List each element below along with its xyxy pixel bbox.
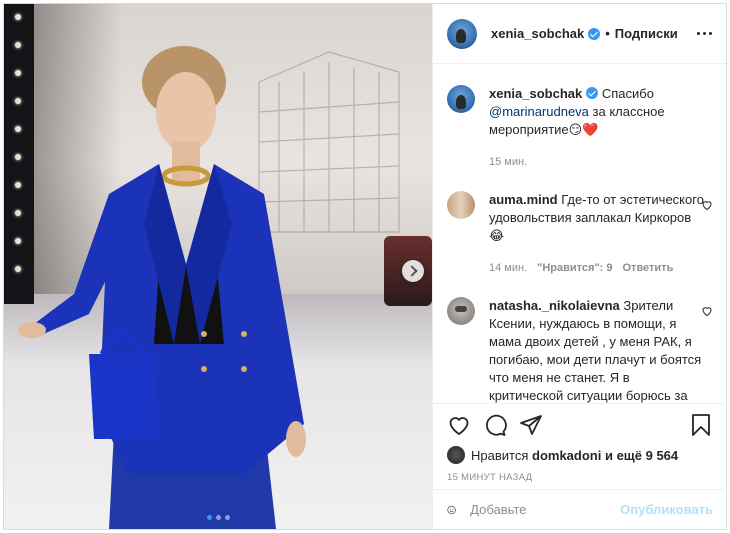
post-header: xenia_sobchak • Подписки: [433, 4, 726, 64]
post-side-panel: xenia_sobchak • Подписки xenia_sobchak С…: [432, 4, 727, 529]
author-avatar[interactable]: [447, 18, 477, 49]
emoji-smiley-icon[interactable]: [447, 499, 456, 521]
commenter-avatar[interactable]: [447, 297, 475, 325]
header-separator: •: [605, 26, 610, 41]
likes-count[interactable]: и ещё 9 564: [605, 448, 678, 463]
more-options-icon[interactable]: [697, 32, 712, 35]
post-actions: Нравится domkadoni и ещё 9 564 15 МИНУТ …: [433, 403, 727, 483]
comment-like-heart-icon[interactable]: [701, 305, 713, 317]
reply-button[interactable]: Ответить: [623, 259, 674, 277]
comment-likes[interactable]: "Нравится": 9: [537, 259, 612, 277]
carousel-dot: [225, 515, 230, 520]
photo-person: [18, 46, 306, 529]
comment-like-heart-icon[interactable]: [701, 199, 713, 211]
post-photo[interactable]: [4, 4, 432, 529]
caption-username[interactable]: xenia_sobchak: [489, 86, 582, 101]
comment-text: Зрители Ксении, нуждаюсь в помощи, я мам…: [489, 298, 702, 403]
bookmark-save-icon[interactable]: [689, 413, 713, 437]
author-username[interactable]: xenia_sobchak: [491, 26, 584, 41]
comment-time: 14 мин.: [489, 262, 528, 274]
post-timestamp[interactable]: 15 МИНУТ НАЗАД: [447, 472, 713, 483]
caption-mention[interactable]: @marinarudneva: [489, 104, 589, 119]
add-comment-bar: Опубликовать: [433, 489, 727, 529]
comment-input[interactable]: [470, 502, 621, 517]
verified-badge-icon: [586, 87, 599, 99]
liker-avatar[interactable]: [447, 446, 465, 464]
following-button[interactable]: Подписки: [615, 26, 678, 41]
comment-item: natasha._nikolaievna Зрители Ксении, нуж…: [447, 297, 713, 403]
commenter-avatar[interactable]: [447, 191, 475, 219]
caption: xenia_sobchak Спасибо @marinarudneva за …: [447, 85, 713, 171]
share-send-icon[interactable]: [519, 413, 543, 437]
instagram-post: xenia_sobchak • Подписки xenia_sobchak С…: [3, 3, 727, 530]
next-photo-button[interactable]: [402, 260, 424, 282]
carousel-indicator: [207, 515, 230, 520]
comment-username[interactable]: auma.mind: [489, 192, 558, 207]
caption-time: 15 мин.: [489, 156, 528, 168]
likes-prefix: Нравится: [471, 447, 529, 463]
liker-username[interactable]: domkadoni: [532, 448, 601, 463]
carousel-dot: [216, 515, 221, 520]
likes-summary[interactable]: Нравится domkadoni и ещё 9 564: [447, 446, 713, 464]
caption-avatar[interactable]: [447, 85, 475, 113]
comments-list[interactable]: xenia_sobchak Спасибо @marinarudneva за …: [433, 65, 727, 403]
caption-text: Спасибо: [601, 86, 654, 101]
comment-username[interactable]: natasha._nikolaievna: [489, 298, 620, 313]
comment-bubble-icon[interactable]: [483, 413, 507, 437]
comment-item: auma.mind Где-то от эстетического удовол…: [447, 191, 713, 277]
carousel-dot-active: [207, 515, 212, 520]
like-heart-icon[interactable]: [447, 413, 471, 437]
publish-button[interactable]: Опубликовать: [620, 502, 713, 517]
verified-badge-icon: [588, 27, 601, 40]
